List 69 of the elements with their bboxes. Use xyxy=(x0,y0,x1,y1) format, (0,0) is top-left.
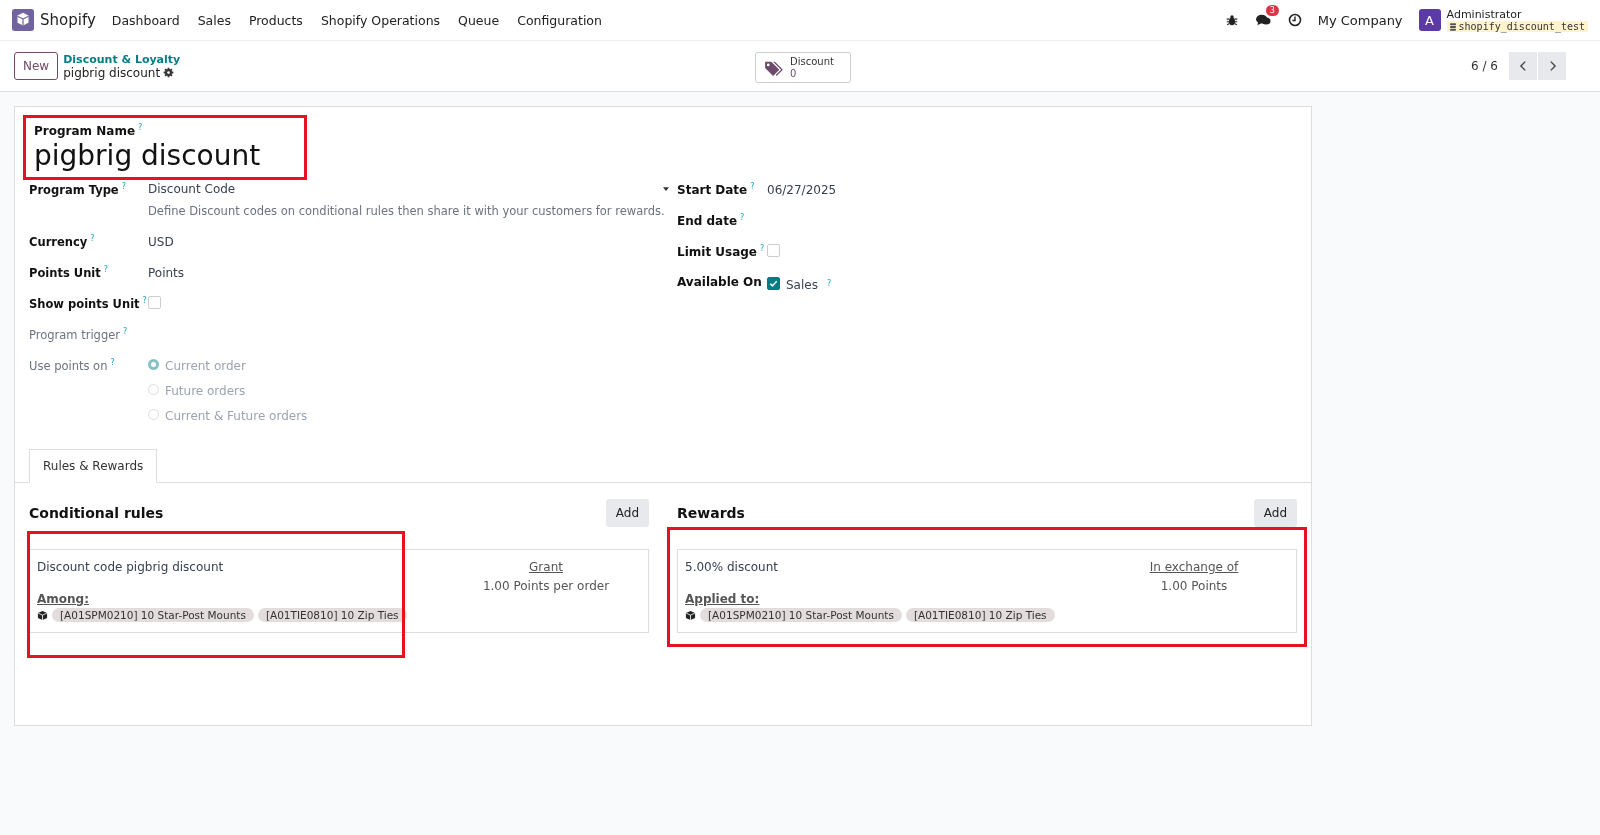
card-label: In exchange of xyxy=(1149,560,1239,574)
field-label: Program trigger xyxy=(29,328,120,342)
discount-smart-button[interactable]: Discount 0 xyxy=(755,52,851,83)
box-icon xyxy=(37,609,48,621)
pager-counter[interactable]: 6 / 6 xyxy=(1471,59,1498,73)
menu-item[interactable]: Shopify Operations xyxy=(320,12,441,28)
next-button[interactable] xyxy=(1538,52,1566,80)
field-value[interactable]: Points xyxy=(148,263,185,280)
menu-item[interactable]: Sales xyxy=(197,12,231,28)
card-value: 1.00 Points xyxy=(1160,579,1228,593)
settings-icon[interactable] xyxy=(163,67,175,78)
chat-icon[interactable] xyxy=(1254,13,1272,27)
card-title: 5.00% discount xyxy=(685,560,779,574)
message-count-badge: 3 xyxy=(1265,5,1279,16)
app-name[interactable]: Shopify xyxy=(40,11,96,29)
products-label: Applied to: xyxy=(685,592,760,606)
cube-logo-icon[interactable] xyxy=(12,9,34,31)
product-tag: [A01SPM0210] 10 Star-Post Mounts xyxy=(52,608,254,622)
notebook-tab[interactable]: Rules & Rewards xyxy=(29,449,158,483)
add-button[interactable]: Add xyxy=(1253,499,1297,527)
menu-item[interactable]: Dashboard xyxy=(111,12,180,28)
field-description: Define Discount codes on conditional rules then share it with your customers for rewards. xyxy=(148,204,666,218)
new-button[interactable]: New xyxy=(14,52,59,80)
card-label: Grant xyxy=(529,560,563,574)
field-value[interactable]: 06/27/2025 xyxy=(767,180,837,197)
section-title: Rewards xyxy=(677,505,745,521)
field-label: Limit Usage xyxy=(677,245,757,259)
field-label: Show points Unit xyxy=(29,297,140,311)
caret-icon xyxy=(663,187,669,191)
add-button[interactable]: Add xyxy=(605,499,649,527)
field-label: Points Unit xyxy=(29,266,101,280)
field-label: Available On xyxy=(677,275,762,289)
chevron-left-icon xyxy=(1518,59,1528,73)
company-switcher[interactable]: My Company xyxy=(1317,12,1403,28)
card-value: 1.00 Points per order xyxy=(482,579,610,593)
program-name-field[interactable]: pigbrig discount xyxy=(34,139,296,172)
program-type-select[interactable]: Discount Code xyxy=(148,180,669,196)
previous-button[interactable] xyxy=(1509,52,1537,80)
field-label: Start Date xyxy=(677,183,748,197)
box-icon xyxy=(685,609,696,621)
field-label: Program Name xyxy=(34,124,136,138)
card-title: Discount code pigbrig discount xyxy=(37,560,225,574)
field-label: Use points on xyxy=(29,359,108,373)
radio-button[interactable] xyxy=(148,359,159,370)
products-label: Among: xyxy=(37,592,89,606)
menu-item[interactable]: Configuration xyxy=(517,12,602,28)
field-value[interactable]: USD xyxy=(148,232,174,249)
menu-item[interactable]: Queue xyxy=(458,12,500,28)
checkbox[interactable] xyxy=(767,277,780,290)
user-name[interactable]: Administrator xyxy=(1446,8,1588,21)
database-icon xyxy=(1449,22,1456,31)
breadcrumb-link[interactable]: Discount & Loyalty xyxy=(63,52,181,66)
menu-item[interactable]: Products xyxy=(248,12,303,28)
product-tag: [A01TIE0810] 10 Zip Ties xyxy=(257,608,407,622)
record-title: pigbrig discount xyxy=(63,65,161,80)
field-label: End date xyxy=(677,214,738,228)
tags-icon xyxy=(764,59,784,76)
rule-card[interactable]: Discount code pigbrig discount Among: [A01SPM0210] 10 Star-Post Mounts [A01TIE0810] 10 Zip Ties Grant 1.00 Points per order xyxy=(29,549,649,633)
section-title: Conditional rules xyxy=(29,505,164,521)
database-tag: shopify_discount_test xyxy=(1446,21,1588,32)
rule-card[interactable]: 5.00% discount Applied to: [A01SPM0210] 10 Star-Post Mounts [A01TIE0810] 10 Zip Ties In exchange of 1.00 Points xyxy=(677,549,1297,633)
checkbox-label[interactable]: Sales xyxy=(786,275,818,292)
field-label: Currency xyxy=(29,235,88,249)
product-tag: [A01TIE0810] 10 Zip Ties xyxy=(905,608,1055,622)
product-tag: [A01SPM0210] 10 Star-Post Mounts xyxy=(700,608,902,622)
clock-icon[interactable] xyxy=(1287,13,1302,27)
user-avatar[interactable]: A xyxy=(1418,9,1441,31)
field-label: Program Type xyxy=(29,183,119,197)
bug-icon[interactable] xyxy=(1224,13,1239,27)
